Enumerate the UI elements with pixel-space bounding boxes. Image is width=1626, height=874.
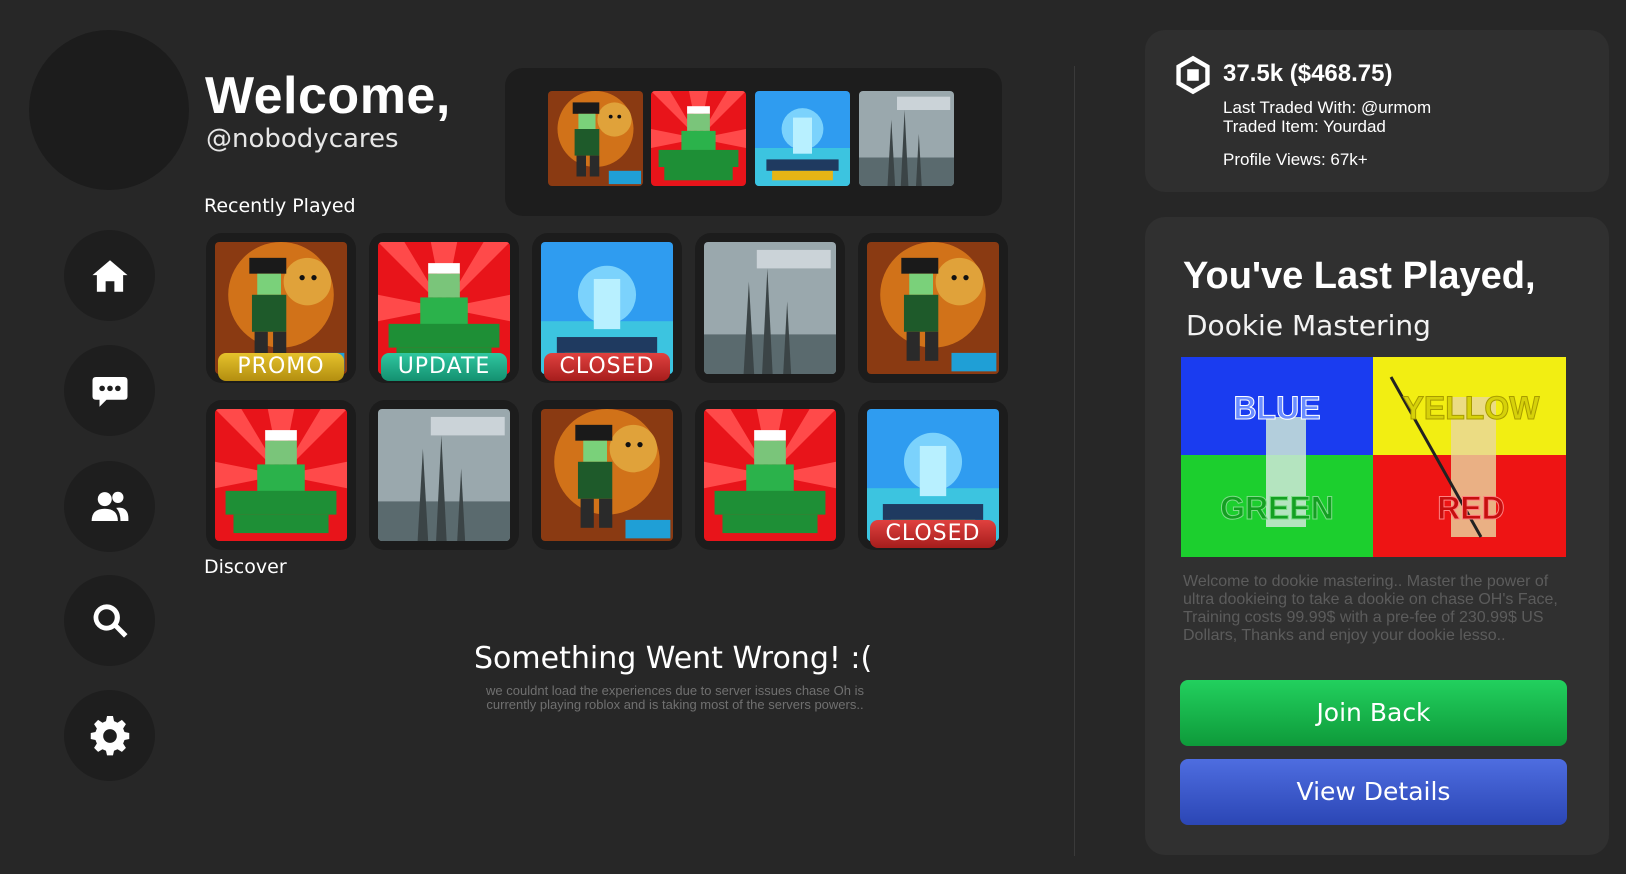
nav-friends-button[interactable] — [64, 461, 155, 552]
game-tile[interactable] — [532, 400, 682, 550]
divider — [1074, 66, 1075, 856]
robux-icon — [1176, 55, 1210, 95]
featured-game-thumb[interactable] — [859, 91, 954, 186]
game-thumbnail — [867, 242, 999, 374]
nav-chat-button[interactable] — [64, 345, 155, 436]
featured-game-thumb[interactable] — [548, 91, 643, 186]
friends-icon — [91, 491, 128, 521]
game-tile[interactable] — [695, 233, 845, 383]
thumb-label-red: RED — [1437, 490, 1505, 526]
status-badge: CLOSED — [544, 353, 670, 381]
search-icon — [93, 603, 127, 638]
robux-balance: 37.5k ($468.75) — [1223, 60, 1393, 87]
welcome-heading: Welcome, — [205, 67, 451, 125]
status-badge: CLOSED — [870, 520, 996, 548]
thumb-label-green: GREEN — [1220, 490, 1334, 526]
view-details-button[interactable]: View Details — [1180, 759, 1567, 825]
last-played-description: Welcome to dookie mastering.. Master the… — [1183, 573, 1558, 644]
discover-label: Discover — [204, 556, 287, 578]
last-played-thumbnail[interactable]: BLUE YELLOW GREEN RED — [1181, 357, 1566, 557]
status-badge: PROMO — [218, 353, 344, 381]
game-tile[interactable] — [695, 400, 845, 550]
game-tile[interactable]: CLOSED — [858, 400, 1008, 550]
game-tile[interactable]: UPDATE — [369, 233, 519, 383]
game-tile[interactable] — [858, 233, 1008, 383]
game-thumbnail — [704, 242, 836, 374]
thumb-label-yellow: YELLOW — [1403, 390, 1541, 426]
featured-game-thumb[interactable] — [755, 91, 850, 186]
error-title: Something Went Wrong! :( — [474, 641, 873, 676]
game-thumbnail — [541, 409, 673, 541]
nav-settings-button[interactable] — [64, 690, 155, 781]
status-badge: UPDATE — [381, 353, 507, 381]
game-thumbnail — [378, 409, 510, 541]
last-played-game-name: Dookie Mastering — [1186, 309, 1431, 342]
avatar[interactable] — [29, 30, 189, 190]
last-played-heading: You've Last Played, — [1183, 255, 1536, 297]
settings-icon — [90, 715, 129, 755]
game-thumbnail — [215, 409, 347, 541]
profile-views: Profile Views: 67k+ — [1223, 150, 1368, 169]
last-played-card: You've Last Played, Dookie Mastering BLU… — [1145, 217, 1609, 855]
stats-card: 37.5k ($468.75) Last Traded With: @urmom… — [1145, 30, 1609, 192]
game-tile[interactable] — [369, 400, 519, 550]
error-message: we couldnt load the experiences due to s… — [486, 683, 864, 712]
game-tile[interactable]: PROMO — [206, 233, 356, 383]
join-back-button[interactable]: Join Back — [1180, 680, 1567, 746]
nav-home-button[interactable] — [64, 230, 155, 321]
featured-games-strip — [505, 68, 1002, 216]
thumb-label-blue: BLUE — [1233, 390, 1320, 426]
nav-search-button[interactable] — [64, 575, 155, 666]
game-tile[interactable]: CLOSED — [532, 233, 682, 383]
username: @nobodycares — [206, 124, 399, 154]
featured-game-thumb[interactable] — [651, 91, 746, 186]
chat-icon — [92, 376, 127, 407]
traded-item: Traded Item: Yourdad — [1223, 117, 1386, 136]
last-traded-with: Last Traded With: @urmom — [1223, 98, 1432, 117]
game-thumbnail — [704, 409, 836, 541]
recently-played-label: Recently Played — [204, 195, 356, 217]
home-icon — [92, 259, 127, 292]
game-tile[interactable] — [206, 400, 356, 550]
